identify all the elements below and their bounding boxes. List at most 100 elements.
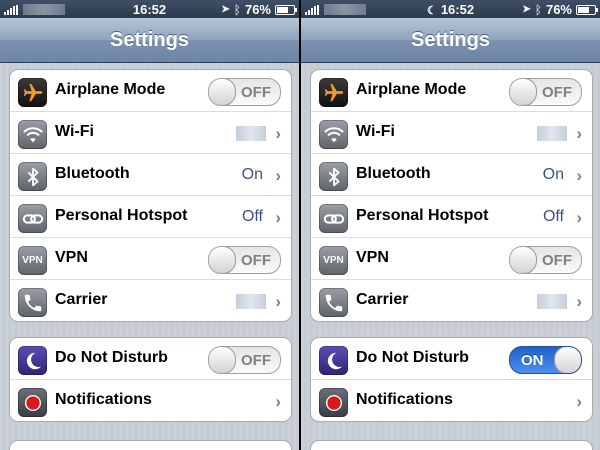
toggle-knob <box>510 247 537 273</box>
airplane-mode-label: Airplane Mode <box>356 81 467 98</box>
hotspot-icon <box>319 204 348 233</box>
row-bluetooth[interactable]: Bluetooth On › <box>311 153 592 195</box>
carrier-value-redacted <box>537 294 567 309</box>
status-bar: ☾ 16:52 ➤ ᛒ 76% <box>301 0 600 18</box>
do-not-disturb-toggle[interactable]: ON <box>509 346 582 374</box>
row-do-not-disturb[interactable]: Do Not Disturb ON <box>311 338 592 379</box>
status-bar: 16:52 ➤ ᛒ 76% <box>0 0 299 18</box>
notifications-label: Notifications <box>356 391 453 408</box>
airplane-mode-toggle[interactable]: OFF <box>208 78 281 106</box>
row-do-not-disturb[interactable]: Do Not Disturb OFF <box>10 338 291 379</box>
page-title: Settings <box>411 29 490 51</box>
wifi-network-redacted <box>537 126 567 141</box>
chevron-right-icon: › <box>576 166 582 185</box>
carrier-value-redacted <box>236 294 266 309</box>
row-wifi[interactable]: Wi-Fi › <box>10 111 291 153</box>
moon-icon <box>18 346 47 375</box>
bluetooth-label: Bluetooth <box>356 165 431 182</box>
do-not-disturb-status-icon: ☾ <box>426 5 437 17</box>
bluetooth-value: On <box>241 166 263 183</box>
notifications-label: Notifications <box>55 391 152 408</box>
carrier-label: Carrier <box>356 291 409 308</box>
settings-screen-right: ☾ 16:52 ➤ ᛒ 76% Settings Airplane Mode OF… <box>301 0 600 450</box>
chevron-right-icon: › <box>275 124 281 143</box>
moon-icon <box>319 346 348 375</box>
bluetooth-icon <box>319 162 348 191</box>
chevron-right-icon: › <box>576 124 582 143</box>
do-not-disturb-label: Do Not Disturb <box>55 349 168 366</box>
settings-group-notifications: Do Not Disturb ON Notifications › <box>310 337 593 422</box>
bluetooth-status-icon: ᛒ <box>534 2 542 17</box>
wifi-network-redacted <box>236 126 266 141</box>
row-carrier[interactable]: Carrier › <box>10 279 291 321</box>
row-notifications[interactable]: Notifications › <box>311 379 592 421</box>
airplane-mode-label: Airplane Mode <box>55 81 166 98</box>
row-airplane-mode[interactable]: Airplane Mode OFF <box>10 70 291 111</box>
vpn-icon: VPN <box>18 246 47 275</box>
battery-icon <box>576 4 598 15</box>
row-personal-hotspot[interactable]: Personal Hotspot Off › <box>10 195 291 237</box>
vpn-icon: VPN <box>319 246 348 275</box>
battery-icon <box>275 4 297 15</box>
row-notifications[interactable]: Notifications › <box>10 379 291 421</box>
toggle-knob <box>209 247 236 273</box>
settings-screen-left: 16:52 ➤ ᛒ 76% Settings Airplane Mode OFF… <box>0 0 299 450</box>
chevron-right-icon: › <box>275 392 281 411</box>
toggle-state: OFF <box>241 352 271 369</box>
toggle-knob <box>554 347 581 373</box>
wifi-icon <box>319 120 348 149</box>
vpn-toggle[interactable]: OFF <box>509 246 582 274</box>
toggle-knob <box>209 347 236 373</box>
personal-hotspot-value: Off <box>241 208 263 225</box>
row-airplane-mode[interactable]: Airplane Mode OFF <box>311 70 592 111</box>
row-carrier[interactable]: Carrier › <box>311 279 592 321</box>
airplane-icon <box>18 78 47 107</box>
do-not-disturb-toggle[interactable]: OFF <box>208 346 281 374</box>
phone-icon <box>18 288 47 317</box>
vpn-toggle[interactable]: OFF <box>208 246 281 274</box>
notifications-icon <box>18 388 47 417</box>
personal-hotspot-label: Personal Hotspot <box>356 207 489 224</box>
location-arrow-icon: ➤ <box>522 4 531 15</box>
toggle-state: OFF <box>241 84 271 101</box>
toggle-state: ON <box>521 352 544 369</box>
chevron-right-icon: › <box>275 166 281 185</box>
battery-percent: 76% <box>244 2 271 17</box>
vpn-icon-text: VPN <box>323 255 344 266</box>
settings-group-connectivity: Airplane Mode OFF Wi-Fi › Bluetooth On › <box>310 69 593 322</box>
chevron-right-icon: › <box>275 292 281 311</box>
settings-group-connectivity: Airplane Mode OFF Wi-Fi › Bluetooth On › <box>9 69 292 322</box>
airplane-mode-toggle[interactable]: OFF <box>509 78 582 106</box>
chevron-right-icon: › <box>576 208 582 227</box>
bluetooth-label: Bluetooth <box>55 165 130 182</box>
toggle-state: OFF <box>241 252 271 269</box>
toggle-knob <box>510 79 537 105</box>
phone-icon <box>319 288 348 317</box>
wifi-label: Wi-Fi <box>55 123 94 140</box>
chevron-right-icon: › <box>576 392 582 411</box>
do-not-disturb-label: Do Not Disturb <box>356 349 469 366</box>
settings-group-next <box>9 440 292 450</box>
vpn-label: VPN <box>55 249 88 266</box>
personal-hotspot-value: Off <box>542 208 564 225</box>
toggle-knob <box>209 79 236 105</box>
airplane-icon <box>319 78 348 107</box>
personal-hotspot-label: Personal Hotspot <box>55 207 188 224</box>
row-vpn[interactable]: VPN VPN OFF <box>311 237 592 279</box>
row-vpn[interactable]: VPN VPN OFF <box>10 237 291 279</box>
toggle-state: OFF <box>542 84 572 101</box>
wifi-label: Wi-Fi <box>356 123 395 140</box>
row-bluetooth[interactable]: Bluetooth On › <box>10 153 291 195</box>
location-arrow-icon: ➤ <box>221 4 230 15</box>
chevron-right-icon: › <box>275 208 281 227</box>
settings-group-next <box>310 440 593 450</box>
notifications-icon <box>319 388 348 417</box>
bluetooth-icon <box>18 162 47 191</box>
page-title: Settings <box>110 29 189 51</box>
row-personal-hotspot[interactable]: Personal Hotspot Off › <box>311 195 592 237</box>
row-wifi[interactable]: Wi-Fi › <box>311 111 592 153</box>
wifi-icon <box>18 120 47 149</box>
carrier-label: Carrier <box>55 291 108 308</box>
chevron-right-icon: › <box>576 292 582 311</box>
hotspot-icon <box>18 204 47 233</box>
